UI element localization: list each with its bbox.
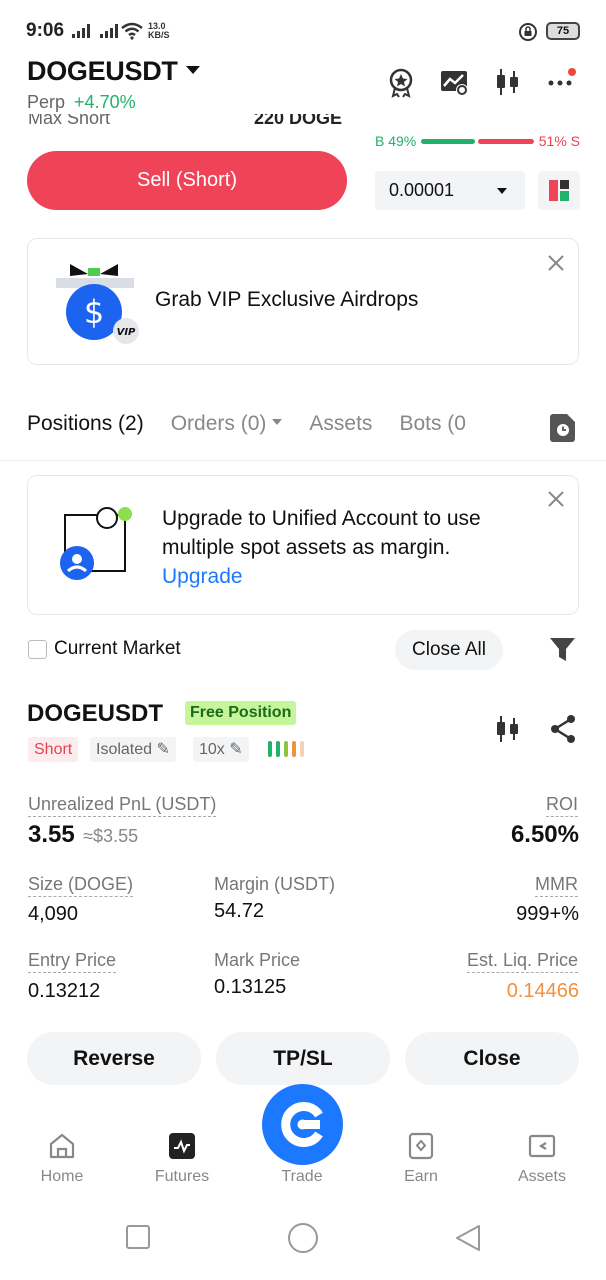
tab-assets[interactable]: Assets — [309, 412, 372, 436]
wifi-icon — [121, 22, 143, 40]
reverse-button[interactable]: Reverse — [27, 1032, 201, 1085]
close-all-button[interactable]: Close All — [395, 630, 503, 670]
max-short-value: 220 DOGE — [254, 114, 343, 128]
earn-icon — [408, 1132, 434, 1160]
nav-earn[interactable]: Earn — [381, 1132, 461, 1186]
edit-icon: ✎ — [229, 741, 243, 758]
divider — [0, 460, 606, 461]
roi-label[interactable]: ROI — [545, 794, 578, 817]
unrealized-pnl-usd: ≈$3.55 — [83, 826, 139, 846]
mark-price-label: Mark Price — [214, 950, 301, 970]
chart-settings-icon[interactable] — [438, 66, 470, 98]
size-label[interactable]: Size (DOGE) — [28, 874, 134, 897]
max-short-label: Max Short — [28, 114, 111, 128]
roi-value: 6.50% — [510, 821, 579, 848]
battery-indicator: 75 — [546, 22, 580, 40]
mmr-value: 999+% — [516, 903, 579, 925]
close-icon[interactable] — [547, 254, 565, 272]
margin-mode-chip[interactable]: Isolated ✎ — [90, 737, 176, 762]
contract-type: Perp — [27, 92, 66, 112]
side-chip: Short — [28, 737, 79, 762]
home-circle-icon[interactable] — [287, 1222, 319, 1254]
upgrade-link[interactable]: Upgrade — [162, 565, 243, 588]
tick-size-value: 0.00001 — [389, 180, 455, 200]
sell-ratio: 51% S — [538, 133, 580, 149]
nav-trade[interactable]: Trade — [262, 1132, 342, 1186]
recent-apps-icon[interactable] — [125, 1224, 151, 1250]
share-icon[interactable] — [549, 714, 577, 744]
leverage-chip[interactable]: 10x ✎ — [193, 737, 249, 762]
upgrade-card-text: Upgrade to Unified Account to use multip… — [162, 507, 481, 588]
close-icon[interactable] — [547, 490, 565, 508]
nav-assets[interactable]: Assets — [502, 1132, 582, 1186]
nav-home[interactable]: Home — [22, 1132, 102, 1186]
tab-bots[interactable]: Bots (0 — [399, 412, 466, 436]
orderbook-layout-button[interactable] — [538, 171, 580, 210]
unrealized-pnl-value: 3.55 — [28, 821, 75, 848]
liq-price-value: 0.14466 — [506, 980, 579, 1002]
mark-price-value: 0.13125 — [214, 976, 287, 998]
wallet-icon — [528, 1134, 556, 1158]
current-market-label: Current Market — [54, 638, 181, 659]
buy-sell-ratio: B 49% 51% S — [375, 131, 580, 151]
chevron-down-icon — [185, 65, 200, 74]
mmr-label[interactable]: MMR — [535, 874, 578, 897]
entry-price-value: 0.13212 — [28, 980, 101, 1002]
chevron-down-icon — [497, 188, 507, 194]
sell-ratio-bar — [477, 138, 534, 144]
pair-selector[interactable]: DOGEUSDT — [27, 56, 200, 87]
contract-info: Perp +4.70% — [27, 92, 136, 113]
current-market-checkbox[interactable] — [28, 640, 47, 659]
liq-price-label[interactable]: Est. Liq. Price — [466, 950, 578, 973]
tick-size-select[interactable]: 0.00001 — [375, 171, 525, 210]
buy-ratio: B 49% — [375, 133, 417, 149]
buy-ratio-bar — [421, 138, 475, 144]
tpsl-button[interactable]: TP/SL — [216, 1032, 390, 1085]
pair-title: DOGEUSDT — [27, 56, 178, 86]
status-time: 9:06 — [26, 20, 65, 41]
candlestick-icon[interactable] — [492, 66, 524, 98]
home-icon — [49, 1133, 75, 1159]
position-symbol[interactable]: DOGEUSDT — [27, 700, 163, 728]
filter-icon[interactable] — [549, 636, 576, 663]
badge-icon[interactable] — [385, 66, 417, 98]
lock-rotation-icon — [519, 23, 537, 41]
edit-icon: ✎ — [156, 741, 170, 758]
network-speed: 13.0 KB/S — [148, 21, 170, 40]
close-position-button[interactable]: Close — [405, 1032, 579, 1085]
entry-price-label[interactable]: Entry Price — [28, 950, 117, 973]
tabs-fade — [488, 405, 536, 445]
svg-text:$: $ — [84, 293, 104, 331]
nav-futures[interactable]: Futures — [142, 1132, 222, 1186]
price-change: +4.70% — [74, 92, 136, 112]
back-icon[interactable] — [454, 1224, 482, 1252]
margin-value: 54.72 — [214, 900, 265, 922]
unrealized-pnl-group: 3.55 ≈$3.55 — [28, 821, 138, 849]
risk-level-bars — [268, 741, 304, 757]
signal-icon — [72, 24, 119, 43]
orderbook-layout-icon — [549, 180, 569, 201]
unrealized-pnl-label[interactable]: Unrealized PnL (USDT) — [28, 794, 217, 817]
position-tabs: Positions (2) Orders (0) Assets Bots (0 — [27, 412, 466, 436]
free-position-badge: Free Position — [185, 701, 297, 725]
sell-short-button[interactable]: Sell (Short) — [27, 151, 347, 210]
size-value: 4,090 — [28, 903, 79, 925]
candlestick-icon[interactable] — [494, 714, 522, 744]
more-icon[interactable] — [546, 66, 578, 98]
unified-account-icon — [60, 507, 132, 580]
history-document-icon[interactable] — [550, 414, 575, 442]
tab-positions[interactable]: Positions (2) — [27, 412, 144, 436]
vip-banner-text: Grab VIP Exclusive Airdrops — [155, 288, 419, 311]
airdrop-coin-icon: $ VIP — [56, 264, 139, 344]
margin-label: Margin (USDT) — [214, 874, 336, 894]
svg-text:VIP: VIP — [117, 327, 136, 338]
tab-orders[interactable]: Orders (0) — [171, 412, 283, 436]
futures-icon — [169, 1133, 195, 1159]
